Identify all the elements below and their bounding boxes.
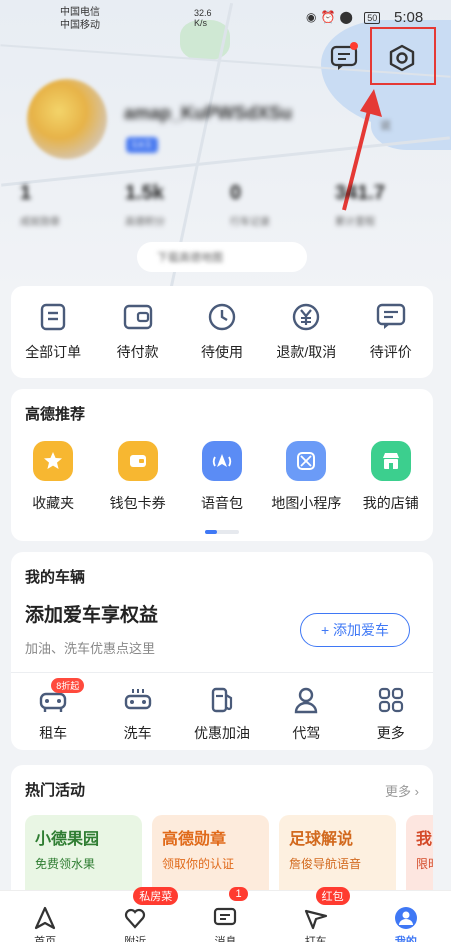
tab-badge: 红包 <box>315 887 350 905</box>
nearby-icon <box>125 908 146 929</box>
vehicle-wash[interactable]: 洗车 <box>98 685 178 743</box>
add-car-button[interactable]: + 添加爱车 <box>300 613 410 647</box>
carrier-2: 中国移动 <box>60 20 100 31</box>
navigate-icon <box>34 906 56 930</box>
messages-button[interactable] <box>328 42 360 74</box>
driver-icon <box>295 687 318 714</box>
fuel-icon <box>211 687 233 713</box>
tab-home[interactable]: 首页 <box>15 891 75 942</box>
stats-row: 1 成就勋章 1.5k 高德积分 0 行车记录 341.7 累计里程 <box>20 182 440 228</box>
orders-card: 全部订单 待付款 待使用 退款/取消 待评价 <box>11 286 433 378</box>
message-icon <box>214 907 237 926</box>
tab-nearby[interactable]: 私房菜 附近 <box>105 887 179 942</box>
wallet-card-icon <box>129 455 146 467</box>
discount-badge: 8折起 <box>51 678 85 693</box>
bottom-tab-bar: 首页 私房菜 附近 1 消息 红包 打车 我的 <box>0 887 451 942</box>
order-to-review[interactable]: 待评价 <box>349 302 433 378</box>
grid-icon <box>378 687 403 713</box>
vehicle-promo-title: 添加爱车享权益 <box>25 605 159 626</box>
network-speed: 32.6 K/s <box>194 8 212 28</box>
clock: 5:08 <box>394 9 424 26</box>
promo-pill[interactable]: 下载高德地图 <box>137 242 307 272</box>
eye-icon: ◉ <box>306 10 321 24</box>
voice-icon <box>212 454 232 467</box>
more-link[interactable]: 更多 › <box>385 781 419 800</box>
tab-badge: 私房菜 <box>133 887 179 905</box>
section-title: 高德推荐 <box>25 406 86 423</box>
order-pending-payment[interactable]: 待付款 <box>96 302 180 378</box>
taxi-icon <box>304 909 327 930</box>
avatar[interactable] <box>27 79 107 159</box>
car-wash-icon <box>124 689 151 710</box>
stat-item[interactable]: 0 行车记录 <box>230 182 335 228</box>
user-extra: 说 <box>380 120 391 132</box>
unread-dot <box>350 42 358 50</box>
vehicle-promo-subtitle: 加油、洗车优惠点这里 <box>25 641 156 656</box>
vehicle-card: 我的车辆 添加爱车享权益 加油、洗车优惠点这里 + 添加爱车 8折起 租车 洗车… <box>11 552 433 750</box>
star-icon <box>44 452 63 469</box>
stat-item[interactable]: 1.5k 高德积分 <box>125 182 230 228</box>
scroll-indicator <box>205 530 239 534</box>
order-to-use[interactable]: 待使用 <box>180 302 264 378</box>
profile-icon <box>394 907 417 929</box>
status-icons: ◉⏰⬤ 50 <box>306 10 381 24</box>
highlight-box <box>370 27 436 85</box>
stat-item[interactable]: 1 成就勋章 <box>20 182 125 228</box>
divider <box>11 672 433 673</box>
clock-icon <box>208 303 236 331</box>
carrier-info: 中国电信 中国移动 <box>60 6 100 32</box>
comment-icon <box>376 303 405 329</box>
yuan-icon <box>293 303 320 331</box>
vehicle-more[interactable]: 更多 <box>351 685 431 743</box>
username[interactable]: amap_KuPWSdXSu <box>124 103 292 124</box>
list-icon <box>40 303 66 331</box>
vehicle-fuel[interactable]: 优惠加油 <box>182 685 262 743</box>
rec-mini-programs[interactable]: 地图小程序 <box>264 441 348 513</box>
level-badge[interactable]: Lv.1 <box>126 137 158 153</box>
battery-icon: 50 <box>364 12 381 24</box>
stat-item[interactable]: 341.7 累计里程 <box>335 182 440 228</box>
order-all[interactable]: 全部订单 <box>11 302 95 378</box>
rec-wallet[interactable]: 钱包卡券 <box>96 441 180 513</box>
tab-profile[interactable]: 我的 <box>376 891 436 942</box>
alarm-icon: ⏰ <box>320 10 340 24</box>
vehicle-rent[interactable]: 8折起 租车 <box>13 678 93 743</box>
carrier-1: 中国电信 <box>60 7 100 18</box>
rec-voice[interactable]: 语音包 <box>180 441 264 513</box>
location-icon: ⬤ <box>339 10 357 24</box>
vehicle-driver[interactable]: 代驾 <box>266 685 346 743</box>
recommend-card: 高德推荐 收藏夹 钱包卡券 语音包 地图小程序 我的店铺 <box>11 389 433 541</box>
wallet-icon <box>123 304 152 330</box>
shop-icon <box>382 453 399 469</box>
order-refund[interactable]: 退款/取消 <box>264 302 348 378</box>
rec-favorites[interactable]: 收藏夹 <box>11 441 95 513</box>
map-icon <box>297 452 316 470</box>
rec-my-shop[interactable]: 我的店铺 <box>349 441 433 513</box>
tab-badge: 1 <box>229 887 248 901</box>
section-title: 我的车辆 <box>25 569 86 586</box>
tab-messages[interactable]: 1 消息 <box>195 887 255 942</box>
tab-taxi[interactable]: 红包 打车 <box>286 887 350 942</box>
chevron-right-icon: › <box>414 784 419 799</box>
section-title: 热门活动 <box>25 782 86 799</box>
